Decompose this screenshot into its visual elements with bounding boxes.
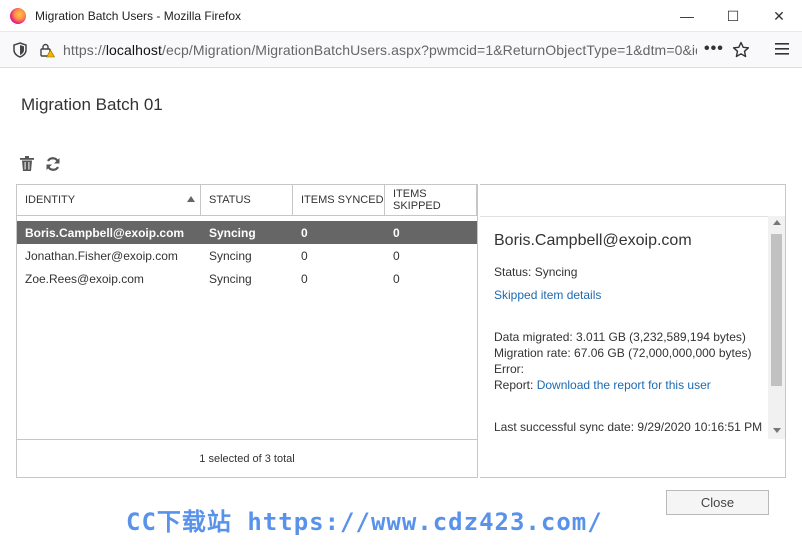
column-header-items-synced[interactable]: ITEMS SYNCED <box>293 185 385 215</box>
bookmark-star-icon[interactable] <box>732 41 750 59</box>
tracking-shield-icon[interactable] <box>13 41 27 58</box>
report-label: Report: <box>494 378 537 392</box>
details-user-name: Boris.Campbell@exoip.com <box>494 232 692 249</box>
window-titlebar: Migration Batch Users - Mozilla Firefox … <box>0 0 802 32</box>
lock-warning-icon[interactable] <box>39 42 56 58</box>
cell-identity: Jonathan.Fisher@exoip.com <box>25 248 178 263</box>
window-controls: — ☐ ✕ <box>664 0 802 32</box>
table-row[interactable]: Zoe.Rees@exoip.com Syncing 0 0 <box>17 267 477 290</box>
url-field[interactable]: https://localhost/ecp/Migration/Migratio… <box>63 42 697 58</box>
column-header-identity[interactable]: IDENTITY <box>17 185 201 215</box>
divider <box>480 216 785 217</box>
column-header-items-skipped[interactable]: ITEMS SKIPPED <box>385 185 477 215</box>
cell-items-synced: 0 <box>301 248 308 263</box>
cell-items-skipped: 0 <box>393 271 400 286</box>
skipped-item-details-link[interactable]: Skipped item details <box>494 287 764 303</box>
url-host: localhost <box>105 41 162 58</box>
firefox-logo-icon <box>10 7 26 24</box>
cell-items-skipped: 0 <box>393 248 400 263</box>
table-row[interactable]: Jonathan.Fisher@exoip.com Syncing 0 0 <box>17 244 477 267</box>
list-rows: Boris.Campbell@exoip.com Syncing 0 0 Jon… <box>17 221 477 444</box>
details-migration-rate: Migration rate: 67.06 GB (72,000,000,000… <box>494 346 752 360</box>
column-label: ITEMS SKIPPED <box>393 188 441 212</box>
page-title: Migration Batch 01 <box>21 95 163 114</box>
refresh-button[interactable] <box>45 155 61 173</box>
close-button[interactable]: Close <box>666 490 769 515</box>
minimize-button[interactable]: — <box>664 0 710 32</box>
column-header-status[interactable]: STATUS <box>201 185 293 215</box>
url-prefix: https:// <box>63 41 106 58</box>
toolbar <box>19 155 61 173</box>
details-content: Boris.Campbell@exoip.com Status: Syncing… <box>494 232 764 435</box>
table-row[interactable]: Boris.Campbell@exoip.com Syncing 0 0 <box>17 221 477 244</box>
download-report-link[interactable]: Download the report for this user <box>537 378 711 392</box>
cell-status: Syncing <box>209 225 256 240</box>
cell-status: Syncing <box>209 271 252 286</box>
selection-count: 1 selected of 3 total <box>17 439 477 477</box>
cell-identity: Boris.Campbell@exoip.com <box>25 225 185 240</box>
scroll-down-arrow-icon[interactable] <box>773 428 781 433</box>
cell-status: Syncing <box>209 248 252 263</box>
details-error: Error: <box>494 362 524 376</box>
details-last-sync: Last successful sync date: 9/29/2020 10:… <box>494 420 763 434</box>
scroll-up-arrow-icon[interactable] <box>773 220 781 225</box>
close-window-button[interactable]: ✕ <box>756 0 802 32</box>
cell-items-synced: 0 <box>301 271 308 286</box>
cell-items-synced: 0 <box>301 225 308 240</box>
url-path: /ecp/Migration/MigrationBatchUsers.aspx?… <box>161 41 697 58</box>
list-header: IDENTITY STATUS ITEMS SYNCED ITEMS SKIPP… <box>17 185 477 216</box>
details-report: Report: Download the report for this use… <box>494 377 764 393</box>
page-actions-more-icon[interactable]: ••• <box>704 40 724 58</box>
sort-ascending-icon <box>187 196 195 202</box>
hamburger-menu-icon[interactable] <box>775 42 789 56</box>
column-label: STATUS <box>209 194 251 206</box>
details-data-migrated: Data migrated: 3.011 GB (3,232,589,194 b… <box>494 330 746 344</box>
delete-button[interactable] <box>19 155 35 173</box>
cell-identity: Zoe.Rees@exoip.com <box>25 271 144 286</box>
details-scrollbar[interactable] <box>768 216 785 439</box>
maximize-button[interactable]: ☐ <box>710 0 756 32</box>
window-title: Migration Batch Users - Mozilla Firefox <box>35 8 242 23</box>
scroll-thumb[interactable] <box>771 234 782 386</box>
cell-items-skipped: 0 <box>393 225 400 240</box>
column-label: ITEMS SYNCED <box>301 194 384 206</box>
address-bar-row: https://localhost/ecp/Migration/Migratio… <box>0 32 802 68</box>
column-label: IDENTITY <box>25 194 76 206</box>
user-list-panel: IDENTITY STATUS ITEMS SYNCED ITEMS SKIPP… <box>16 184 478 478</box>
user-details-panel: Boris.Campbell@exoip.com Status: Syncing… <box>480 184 786 478</box>
watermark-text: CC下载站 https://www.cdz423.com/ <box>126 508 603 536</box>
refresh-icon <box>46 157 60 171</box>
trash-icon <box>20 156 34 171</box>
details-status: Status: Syncing <box>494 265 578 279</box>
